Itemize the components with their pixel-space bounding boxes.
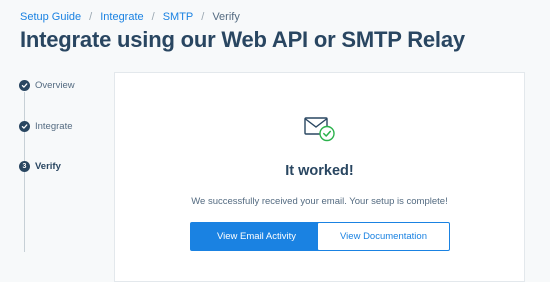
- view-documentation-button[interactable]: View Documentation: [317, 222, 450, 251]
- step-number: 3: [22, 163, 27, 170]
- breadcrumb-setup-guide[interactable]: Setup Guide: [20, 11, 81, 23]
- breadcrumb-separator: /: [151, 11, 155, 23]
- breadcrumb-separator: /: [89, 11, 93, 23]
- view-email-activity-button[interactable]: View Email Activity: [190, 222, 323, 251]
- email-success-icon: [304, 115, 336, 143]
- setup-stepper: Overview Integrate 3 Verify: [19, 80, 109, 271]
- check-icon: [19, 80, 30, 91]
- breadcrumb: Setup Guide / Integrate / SMTP / Verify: [20, 11, 240, 23]
- step-verify: 3 Verify: [19, 161, 61, 172]
- breadcrumb-smtp[interactable]: SMTP: [163, 11, 194, 23]
- breadcrumb-current: Verify: [212, 11, 240, 23]
- step-label: Verify: [35, 161, 61, 172]
- stepper-line: [24, 92, 25, 252]
- step-overview[interactable]: Overview: [19, 80, 75, 91]
- success-message: We successfully received your email. You…: [191, 196, 448, 207]
- step-integrate[interactable]: Integrate: [19, 121, 73, 132]
- step-number-badge: 3: [19, 161, 30, 172]
- breadcrumb-integrate[interactable]: Integrate: [100, 11, 143, 23]
- success-heading: It worked!: [285, 163, 354, 179]
- page-title: Integrate using our Web API or SMTP Rela…: [20, 27, 465, 52]
- breadcrumb-separator: /: [201, 11, 205, 23]
- check-icon: [19, 121, 30, 132]
- step-label: Integrate: [35, 121, 73, 132]
- step-label: Overview: [35, 80, 75, 91]
- verify-result-card: It worked! We successfully received your…: [114, 72, 525, 282]
